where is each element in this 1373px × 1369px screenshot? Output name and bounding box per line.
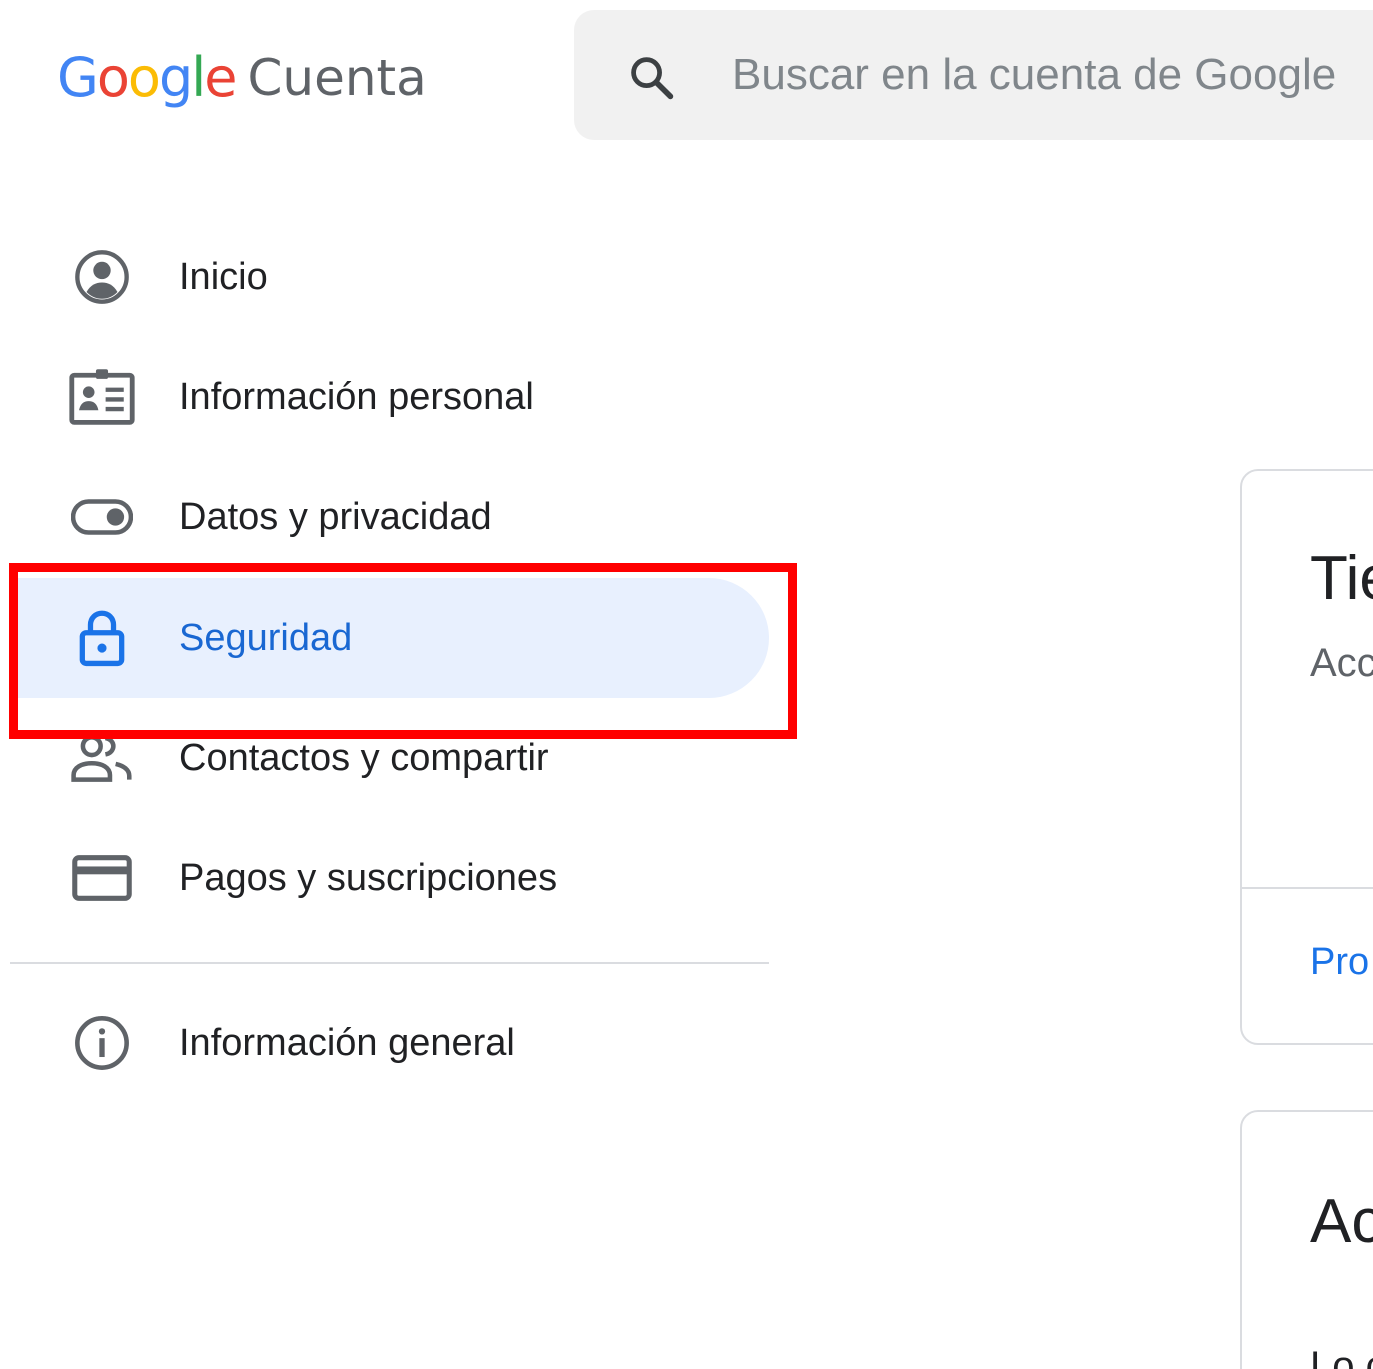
sidebar-item-contactos-compartir[interactable]: Contactos y compartir (10, 698, 769, 818)
card-divider (1242, 887, 1373, 889)
sidebar-item-label: Pagos y suscripciones (179, 857, 558, 899)
card-link[interactable]: Pro (1310, 941, 1369, 984)
google-account-page: Google Cuenta Inicio (0, 0, 1373, 1369)
content-card: Tie Acc Pro (1240, 469, 1373, 1045)
search-bar[interactable] (574, 10, 1373, 140)
sidebar-item-pagos-suscripciones[interactable]: Pagos y suscripciones (10, 818, 769, 938)
google-account-logo[interactable]: Google Cuenta (57, 40, 427, 116)
card-description: Acc (1310, 641, 1373, 685)
card-title: Tie (1310, 544, 1373, 613)
google-wordmark: Google (57, 46, 237, 109)
content-card: Ac Lo c (1240, 1110, 1373, 1369)
sidebar-item-label: Contactos y compartir (179, 737, 549, 779)
product-name: Cuenta (247, 49, 427, 107)
sidebar-item-label: Seguridad (179, 617, 353, 659)
sidebar-item-label: Información general (179, 1022, 515, 1064)
people-icon (66, 728, 138, 788)
sidebar-item-informacion-general[interactable]: Información general (10, 983, 769, 1103)
card-title: Ac (1310, 1187, 1373, 1256)
search-icon[interactable] (626, 52, 678, 104)
sidebar-item-informacion-personal[interactable]: Información personal (10, 337, 769, 457)
sidebar-item-label: Datos y privacidad (179, 496, 492, 538)
toggle-icon (66, 487, 138, 547)
sidebar-divider (10, 962, 769, 964)
search-input[interactable] (732, 40, 1372, 110)
id-card-icon (66, 367, 138, 427)
sidebar-item-label: Inicio (179, 256, 268, 298)
card-description: Lo c (1310, 1344, 1373, 1369)
credit-card-icon (66, 848, 138, 908)
account-circle-icon (66, 247, 138, 307)
sidebar-item-seguridad[interactable]: Seguridad (10, 578, 769, 698)
sidebar-item-inicio[interactable]: Inicio (10, 217, 769, 337)
info-icon (66, 1013, 138, 1073)
lock-icon (66, 608, 138, 668)
sidebar-item-label: Información personal (179, 376, 534, 418)
sidebar-item-datos-privacidad[interactable]: Datos y privacidad (10, 457, 769, 577)
